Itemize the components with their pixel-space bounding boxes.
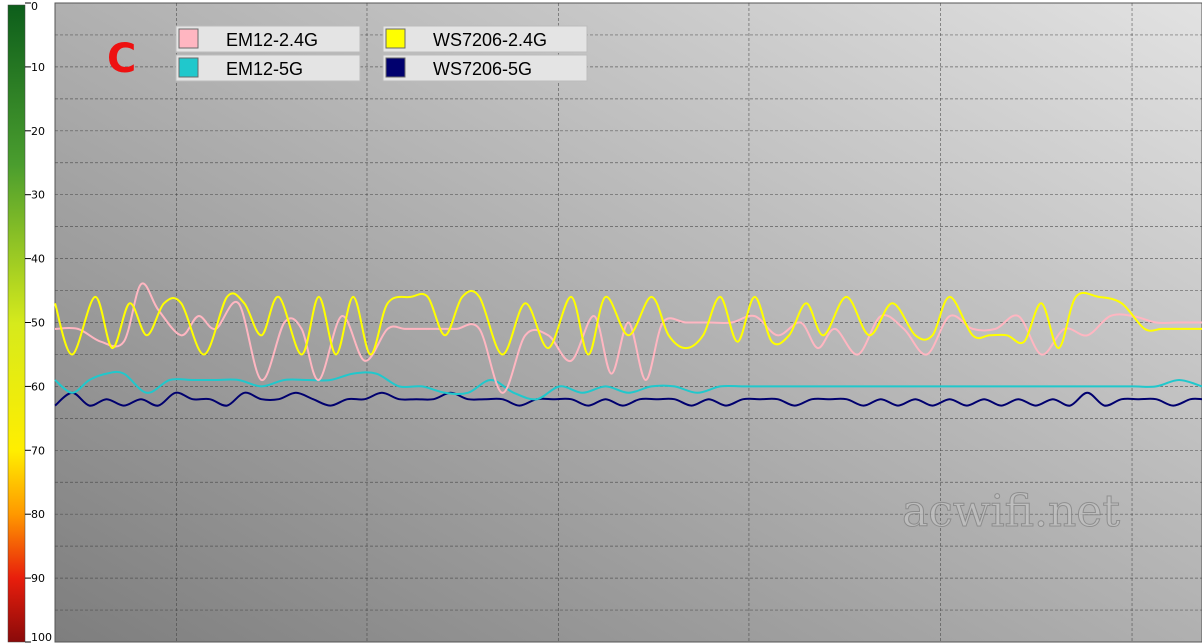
- legend-label: WS7206-2.4G: [433, 30, 547, 50]
- y-tick-label: 30: [31, 189, 45, 202]
- color-scale-bar: [7, 4, 26, 643]
- corner-label: C: [107, 36, 136, 82]
- y-tick-label: 100: [31, 631, 52, 643]
- legend-swatch: [385, 28, 406, 49]
- legend-label: EM12-5G: [226, 59, 303, 79]
- y-tick-label: 0: [31, 0, 38, 13]
- y-tick-label: 50: [31, 317, 45, 330]
- y-tick-label: 20: [31, 125, 45, 138]
- legend-swatch: [385, 57, 406, 78]
- legend-label: EM12-2.4G: [226, 30, 318, 50]
- y-tick-label: 40: [31, 253, 45, 266]
- legend-label: WS7206-5G: [433, 59, 532, 79]
- y-tick-label: 60: [31, 380, 45, 393]
- y-tick-label: 80: [31, 508, 45, 521]
- y-tick-label: 70: [31, 444, 45, 457]
- y-axis: 0 10 20 30 40 50 60 70 80 90 100: [25, 0, 52, 643]
- legend-swatch: [178, 28, 199, 49]
- y-tick-label: 10: [31, 61, 45, 74]
- y-tick-label: 90: [31, 572, 45, 585]
- signal-chart: 0 10 20 30 40 50 60 70 80 90 100 acwifi.net C EM12…: [7, 0, 1202, 643]
- legend-swatch: [178, 57, 199, 78]
- watermark: acwifi.net: [902, 486, 1120, 537]
